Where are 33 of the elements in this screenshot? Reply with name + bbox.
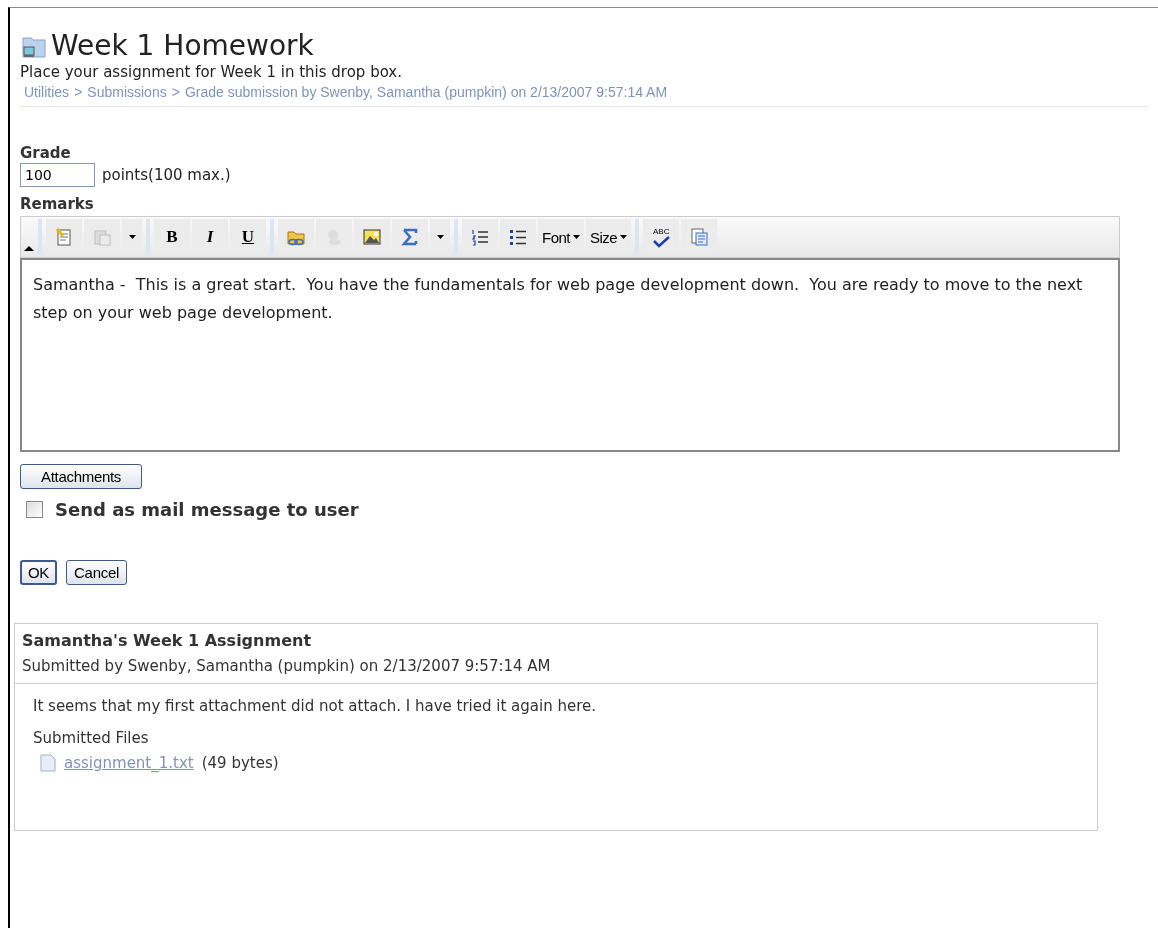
collapse-icon[interactable]	[24, 245, 34, 251]
image-icon	[362, 227, 382, 247]
file-icon	[40, 754, 56, 772]
document-icon	[689, 227, 710, 247]
attachments-button[interactable]: Attachments	[20, 464, 143, 489]
numbered-list-icon	[470, 227, 490, 247]
submission-title: Samantha's Week 1 Assignment	[22, 631, 313, 650]
caret-icon	[573, 235, 580, 239]
remarks-label: Remarks	[20, 195, 95, 213]
breadcrumb-separator: >	[171, 84, 180, 100]
grade-field[interactable]: 100	[20, 163, 95, 187]
grade-label: Grade	[20, 144, 72, 162]
caret-icon	[436, 235, 444, 239]
caret-icon	[620, 235, 628, 239]
checkmark-icon	[651, 235, 672, 248]
points-label: points(100 max.)	[102, 166, 231, 184]
send-mail-label: Send as mail message to user	[55, 499, 359, 520]
breadcrumb-separator: >	[74, 84, 83, 100]
submission-info: Submitted by Swenby, Samantha (pumpkin) on 2/13/2007 9:57:14 AM	[22, 657, 552, 675]
note-pencil-icon	[54, 227, 74, 247]
page-title: Week 1 Homework	[51, 30, 314, 62]
sigma-icon	[400, 227, 420, 247]
remarks-editor[interactable]: Samantha - This is a great start. You have the fundamentals for web page development down. You are ready to move to the next step on your web page development.	[20, 258, 1120, 452]
ok-button[interactable]: OK	[20, 560, 58, 585]
submission-message: It seems that my first attachment did not attach. I have tried it again here.	[33, 697, 597, 715]
cancel-button[interactable]: Cancel	[66, 560, 127, 585]
clipboard-icon	[92, 227, 112, 247]
file-size: (49 bytes)	[201, 754, 279, 772]
caret-icon	[128, 235, 136, 239]
send-mail-checkbox[interactable]	[26, 501, 43, 518]
page-description: Place your assignment for Week 1 in this drop box.	[20, 63, 404, 81]
bullet-list-icon	[508, 227, 528, 247]
files-label: Submitted Files	[33, 729, 150, 747]
